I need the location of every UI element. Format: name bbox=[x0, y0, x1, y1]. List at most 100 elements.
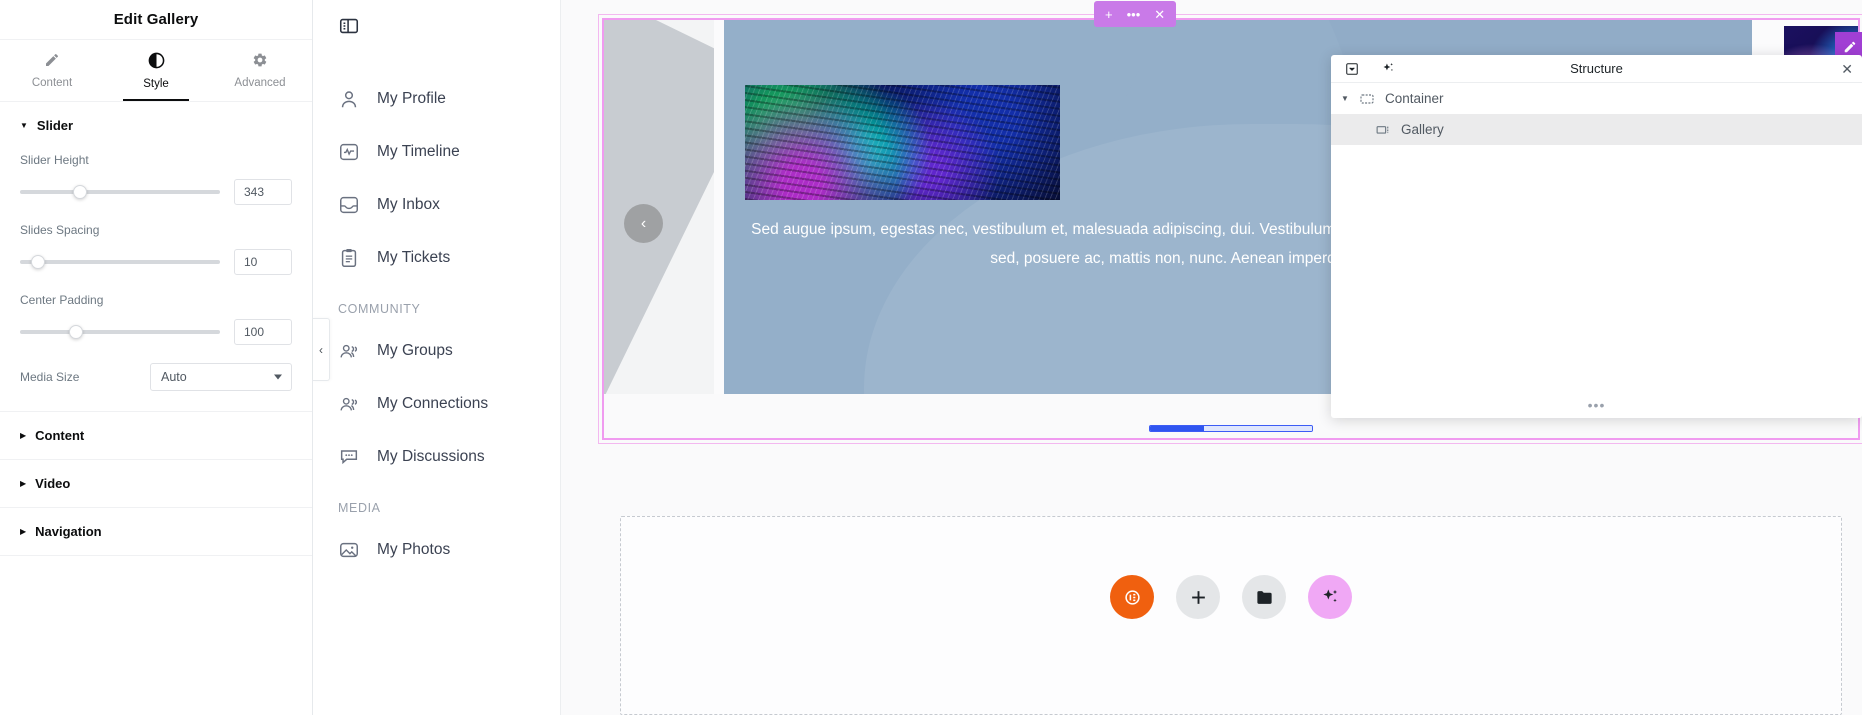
close-icon[interactable]: ✕ bbox=[1841, 62, 1853, 76]
tab-style[interactable]: Style bbox=[104, 40, 208, 101]
sidebar-item-my-photos[interactable]: My Photos bbox=[314, 523, 560, 576]
slider-prev-button[interactable]: ‹ bbox=[624, 204, 663, 243]
container-icon bbox=[1359, 91, 1377, 107]
editor-settings-panel: Edit Gallery Content Style Advanced ▼ Sl… bbox=[0, 0, 313, 715]
sidebar-item-my-profile[interactable]: My Profile bbox=[314, 72, 560, 125]
sidebar-item-label: My Inbox bbox=[377, 195, 440, 213]
pagination-dot[interactable] bbox=[1204, 426, 1258, 431]
plus-icon[interactable] bbox=[1176, 575, 1220, 619]
tab-content[interactable]: Content bbox=[0, 40, 104, 101]
site-nav-list: My Profile My Timeline My Inbox My Ticke… bbox=[314, 72, 560, 576]
caret-right-icon: ▶ bbox=[20, 526, 27, 536]
image-texture bbox=[745, 85, 1060, 200]
control-slider-height: Slider Height 343 bbox=[20, 153, 292, 205]
panel-collapse-button[interactable]: ‹ bbox=[313, 318, 330, 381]
user-icon bbox=[338, 88, 360, 110]
section-content-header[interactable]: ▶ Content bbox=[0, 412, 312, 459]
clipboard-icon bbox=[338, 247, 360, 269]
control-slides-spacing: Slides Spacing 10 bbox=[20, 223, 292, 275]
section-slider-label: Slider bbox=[36, 118, 74, 133]
slides-spacing-input[interactable]: 10 bbox=[234, 249, 292, 275]
pencil-icon bbox=[1844, 41, 1855, 52]
chevron-left-icon: ‹ bbox=[319, 342, 323, 357]
folder-icon[interactable] bbox=[1242, 575, 1286, 619]
caret-down-icon[interactable]: ▼ bbox=[1341, 94, 1351, 103]
caret-down-icon: ▼ bbox=[20, 120, 28, 130]
navigator-resize-handle[interactable]: ••• bbox=[1331, 392, 1862, 418]
decorative-shape bbox=[604, 20, 714, 394]
users-icon bbox=[338, 340, 360, 362]
sidebar-item-my-discussions[interactable]: My Discussions bbox=[314, 430, 560, 483]
sidebar-item-label: My Timeline bbox=[377, 142, 460, 160]
elementor-logo-icon[interactable] bbox=[1110, 575, 1154, 619]
section-video-label: Video bbox=[35, 476, 71, 491]
chevron-left-icon: ‹ bbox=[640, 214, 647, 232]
section-slider-header[interactable]: ▼ Slider bbox=[0, 102, 312, 149]
gallery-icon bbox=[1375, 121, 1393, 138]
sidebar-item-my-connections[interactable]: My Connections bbox=[314, 377, 560, 430]
chevron-down-icon bbox=[274, 374, 282, 380]
pagination-dot[interactable] bbox=[1258, 426, 1312, 431]
users-icon bbox=[338, 393, 360, 415]
add-widget-icon[interactable]: + bbox=[1105, 8, 1113, 21]
sidebar-item-my-timeline[interactable]: My Timeline bbox=[314, 125, 560, 178]
sidebar-item-my-tickets[interactable]: My Tickets bbox=[314, 231, 560, 284]
slider-height-track[interactable] bbox=[20, 185, 220, 199]
elementor-editor-screen: Edit Gallery Content Style Advanced ▼ Sl… bbox=[0, 0, 1862, 715]
navigator-header: Structure ✕ bbox=[1331, 55, 1862, 83]
slides-spacing-track[interactable] bbox=[20, 255, 220, 269]
section-navigation-header[interactable]: ▶ Navigation bbox=[0, 508, 312, 555]
collapse-all-icon[interactable] bbox=[1341, 62, 1363, 76]
sidebar-group-media: MEDIA bbox=[338, 501, 381, 515]
chat-icon bbox=[338, 446, 360, 468]
add-element-dropzone[interactable] bbox=[620, 516, 1842, 715]
media-size-select[interactable]: Auto bbox=[150, 363, 292, 391]
slides-spacing-knob[interactable] bbox=[31, 255, 45, 269]
panel-header: Edit Gallery bbox=[0, 0, 312, 40]
center-padding-input[interactable]: 100 bbox=[234, 319, 292, 345]
sidebar-item-label: My Discussions bbox=[377, 447, 485, 465]
sidebar-item-label: My Profile bbox=[377, 89, 446, 107]
center-padding-knob[interactable] bbox=[69, 325, 83, 339]
control-slider-height-label: Slider Height bbox=[20, 153, 89, 167]
slider-height-input[interactable]: 343 bbox=[234, 179, 292, 205]
ai-sparkle-icon[interactable] bbox=[1377, 61, 1399, 76]
ai-sparkle-icon[interactable] bbox=[1308, 575, 1352, 619]
navigator-item-gallery[interactable]: Gallery bbox=[1331, 114, 1862, 145]
control-media-size-label: Media Size bbox=[20, 370, 80, 384]
sidebar-item-my-inbox[interactable]: My Inbox bbox=[314, 178, 560, 231]
more-options-icon[interactable]: ••• bbox=[1127, 8, 1141, 21]
navigator-item-label: Container bbox=[1385, 91, 1444, 106]
page-title: Edit Gallery bbox=[113, 11, 199, 28]
navigator-item-label: Gallery bbox=[1401, 122, 1444, 137]
tab-advanced[interactable]: Advanced bbox=[208, 40, 312, 101]
sidebar-item-label: My Tickets bbox=[377, 248, 451, 266]
slide-image bbox=[745, 85, 1060, 200]
tab-advanced-label: Advanced bbox=[234, 77, 286, 89]
navigator-item-container[interactable]: ▼ Container bbox=[1331, 83, 1862, 114]
caret-right-icon: ▶ bbox=[20, 430, 27, 440]
tab-content-label: Content bbox=[31, 77, 73, 89]
control-center-padding: Center Padding 100 bbox=[20, 293, 292, 345]
panel-tab-bar: Content Style Advanced bbox=[0, 40, 312, 102]
navigator-panel: Structure ✕ ▼ Container Gallery ••• bbox=[1331, 55, 1862, 418]
slider-height-knob[interactable] bbox=[73, 185, 87, 199]
pencil-icon bbox=[44, 52, 60, 68]
slide-previous-peek[interactable] bbox=[604, 20, 714, 394]
sidebar-group-community: COMMUNITY bbox=[338, 302, 421, 316]
sidebar-toggle-icon[interactable] bbox=[338, 15, 360, 42]
slider-pagination bbox=[598, 425, 1862, 432]
section-content: ▶ Content bbox=[0, 412, 312, 460]
sidebar-item-label: My Connections bbox=[377, 394, 489, 412]
contrast-icon bbox=[148, 52, 165, 69]
section-video: ▶ Video bbox=[0, 460, 312, 508]
close-icon[interactable]: ✕ bbox=[1154, 8, 1165, 21]
gear-icon bbox=[252, 52, 268, 68]
site-navigation: My Profile My Timeline My Inbox My Ticke… bbox=[314, 0, 561, 715]
section-video-header[interactable]: ▶ Video bbox=[0, 460, 312, 507]
image-icon bbox=[338, 539, 360, 561]
sidebar-item-label: My Photos bbox=[377, 540, 451, 558]
center-padding-track[interactable] bbox=[20, 325, 220, 339]
sidebar-item-my-groups[interactable]: My Groups bbox=[314, 324, 560, 377]
pagination-dot[interactable] bbox=[1150, 426, 1204, 431]
